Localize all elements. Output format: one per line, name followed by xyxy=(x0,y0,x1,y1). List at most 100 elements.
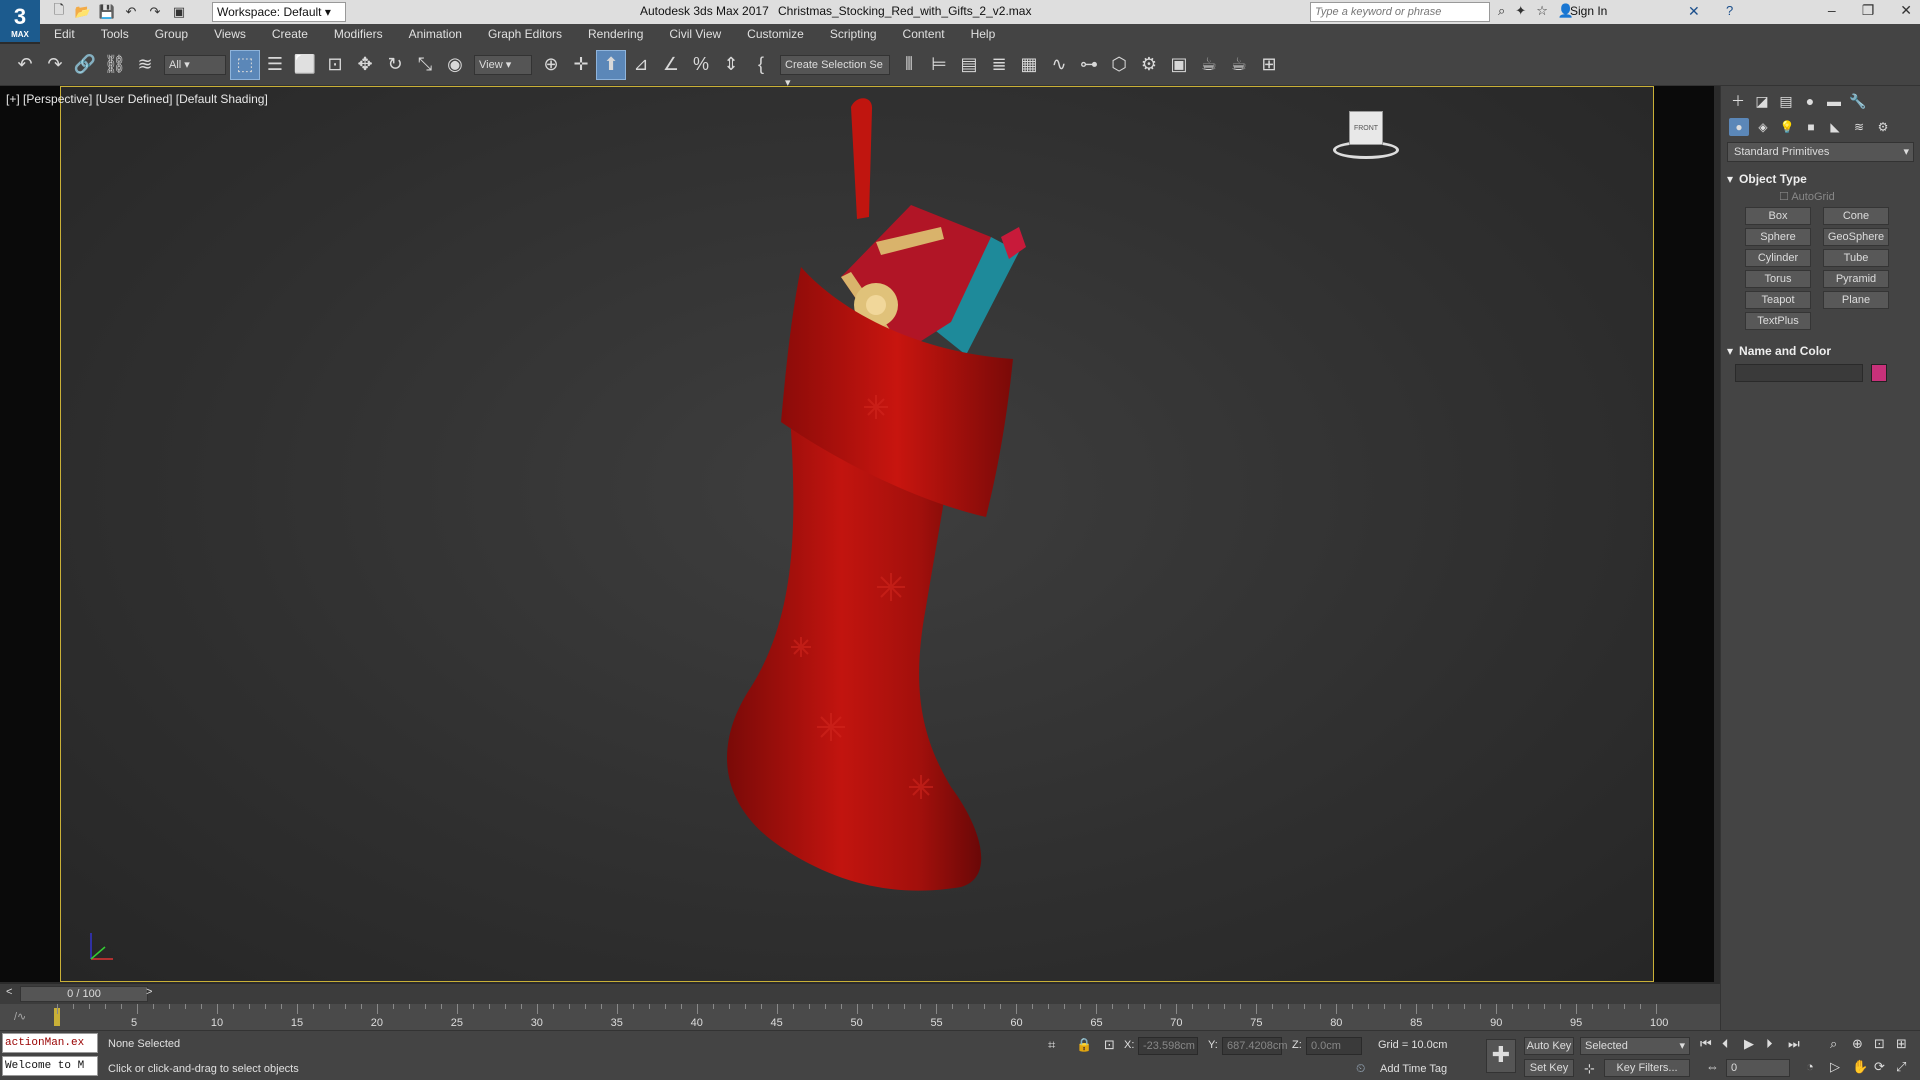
go-to-start-icon[interactable]: ⏮ xyxy=(1700,1036,1712,1052)
rectangular-selection-icon[interactable]: ⬜ xyxy=(290,50,320,80)
cylinder-button[interactable]: Cylinder xyxy=(1745,249,1811,267)
curve-editor-icon[interactable]: ∿ xyxy=(1044,50,1074,80)
x-coordinate-field[interactable]: -23.598cm xyxy=(1138,1037,1198,1055)
select-manipulate-icon[interactable]: ✛ xyxy=(566,50,596,80)
sign-in-link[interactable]: Sign In xyxy=(1570,4,1607,18)
binoculars-icon[interactable]: ⌕ xyxy=(1498,3,1505,19)
rendered-frame-window-icon[interactable]: ▣ xyxy=(1164,50,1194,80)
time-tag-icon[interactable]: ⏲ xyxy=(1356,1061,1365,1076)
new-file-icon[interactable]: 🗋 xyxy=(50,2,68,21)
menu-help[interactable]: Help xyxy=(971,27,996,41)
set-keys-icon[interactable]: ✚ xyxy=(1486,1039,1516,1073)
systems-icon[interactable]: ⚙ xyxy=(1873,118,1893,136)
select-by-name-icon[interactable]: ☰ xyxy=(260,50,290,80)
sphere-button[interactable]: Sphere xyxy=(1745,228,1811,246)
tube-button[interactable]: Tube xyxy=(1823,249,1889,267)
box-button[interactable]: Box xyxy=(1745,207,1811,225)
object-type-rollout[interactable]: ▾ Object Type xyxy=(1727,172,1914,186)
rotate-icon[interactable]: ↻ xyxy=(380,50,410,80)
redo-icon[interactable]: ↷ xyxy=(146,3,164,21)
named-selection-dropdown[interactable]: Create Selection Se ▾ xyxy=(780,54,890,89)
key-mode-toggle-icon[interactable]: ⇔ xyxy=(1706,1059,1719,1074)
bind-space-warp-icon[interactable]: ≋ xyxy=(130,50,160,80)
textplus-button[interactable]: TextPlus xyxy=(1745,312,1811,330)
minimize-icon[interactable]: – xyxy=(1828,2,1836,19)
menu-animation[interactable]: Animation xyxy=(409,27,462,41)
key-mode-dropdown[interactable]: Selected ▾ xyxy=(1580,1037,1690,1055)
play-icon[interactable]: ▶ xyxy=(1744,1036,1754,1052)
maxscript-line-2[interactable]: Welcome to M xyxy=(2,1056,98,1076)
menu-modifiers[interactable]: Modifiers xyxy=(334,27,383,41)
application-button[interactable]: 3 MAX xyxy=(0,0,40,42)
name-and-color-rollout[interactable]: ▾ Name and Color xyxy=(1727,344,1914,358)
window-crossing-icon[interactable]: ⊡ xyxy=(320,50,350,80)
y-coordinate-field[interactable]: 687.4208cm xyxy=(1222,1037,1288,1055)
angle-snap-icon[interactable]: ∠ xyxy=(656,50,686,80)
menu-create[interactable]: Create xyxy=(272,27,308,41)
autogrid-checkbox[interactable]: ☐ AutoGrid xyxy=(1779,190,1920,203)
menu-scripting[interactable]: Scripting xyxy=(830,27,877,41)
ribbon-toggle-icon[interactable]: ▦ xyxy=(1014,50,1044,80)
current-frame-field[interactable]: 0 xyxy=(1726,1059,1790,1077)
zoom-icon[interactable]: ⌕ xyxy=(1830,1036,1837,1052)
exchange-icon[interactable]: ✕ xyxy=(1688,3,1700,20)
scene-explorer-icon[interactable]: ▤ xyxy=(954,50,984,80)
viewcube-front-face[interactable]: FRONT xyxy=(1349,111,1383,145)
schematic-view-icon[interactable]: ⊶ xyxy=(1074,50,1104,80)
viewcube[interactable]: FRONT xyxy=(1329,107,1399,163)
pivot-center-icon[interactable]: ⊕ xyxy=(536,50,566,80)
render-production-icon[interactable]: ☕ xyxy=(1194,50,1224,80)
selection-filter-dropdown[interactable]: All ▾ xyxy=(164,54,226,75)
maximize-viewport-icon[interactable]: ⤢ xyxy=(1896,1059,1906,1075)
object-color-swatch[interactable] xyxy=(1871,364,1887,382)
menu-customize[interactable]: Customize xyxy=(747,27,804,41)
menu-views[interactable]: Views xyxy=(214,27,246,41)
menu-edit[interactable]: Edit xyxy=(54,27,75,41)
menu-tools[interactable]: Tools xyxy=(101,27,129,41)
go-to-end-icon[interactable]: ⏭ xyxy=(1788,1036,1800,1052)
spinner-snap-icon[interactable]: ⇕ xyxy=(716,50,746,80)
object-name-field[interactable] xyxy=(1735,364,1863,382)
lights-icon[interactable]: 💡 xyxy=(1777,118,1797,136)
open-file-icon[interactable]: 📂 xyxy=(74,3,92,21)
align-icon[interactable]: ⊨ xyxy=(924,50,954,80)
hierarchy-tab-icon[interactable]: ▤ xyxy=(1777,92,1795,110)
menu-rendering[interactable]: Rendering xyxy=(588,27,643,41)
save-icon[interactable]: 💾 xyxy=(98,3,116,21)
zoom-all-icon[interactable]: ⊕ xyxy=(1852,1036,1863,1052)
favorites-star-icon[interactable]: ☆ xyxy=(1536,3,1548,19)
torus-button[interactable]: Torus xyxy=(1745,270,1811,288)
move-icon[interactable]: ✥ xyxy=(350,50,380,80)
keyboard-shortcut-override-icon[interactable]: ⬆ xyxy=(596,49,626,80)
key-filter-icon[interactable]: ⊹ xyxy=(1584,1061,1595,1077)
communication-icon[interactable]: ✦ xyxy=(1515,3,1526,19)
set-key-button[interactable]: Set Key xyxy=(1524,1059,1574,1077)
space-warps-icon[interactable]: ≋ xyxy=(1849,118,1869,136)
search-input[interactable]: Type a keyword or phrase xyxy=(1310,2,1490,22)
perspective-viewport[interactable]: FRONT xyxy=(60,86,1654,982)
geosphere-button[interactable]: GeoSphere xyxy=(1823,228,1889,246)
create-tab-icon[interactable]: ＋ xyxy=(1729,92,1747,110)
helpers-icon[interactable]: ◣ xyxy=(1825,118,1845,136)
modify-tab-icon[interactable]: ◪ xyxy=(1753,92,1771,110)
selection-lock-icon[interactable]: 🔒 xyxy=(1076,1037,1092,1053)
field-of-view-icon[interactable]: ▷ xyxy=(1830,1059,1840,1075)
add-time-tag[interactable]: Add Time Tag xyxy=(1380,1063,1447,1075)
render-in-cloud-icon[interactable]: ⊞ xyxy=(1254,50,1284,80)
display-tab-icon[interactable]: ▬ xyxy=(1825,92,1843,110)
unlink-icon[interactable]: ⛓ xyxy=(100,50,130,80)
maxscript-line-1[interactable]: actionMan.ex xyxy=(2,1033,98,1053)
project-folder-icon[interactable]: ▣ xyxy=(170,3,188,21)
menu-group[interactable]: Group xyxy=(155,27,188,41)
menu-content[interactable]: Content xyxy=(903,27,945,41)
cone-button[interactable]: Cone xyxy=(1823,207,1889,225)
render-setup-icon[interactable]: ⚙ xyxy=(1134,50,1164,80)
orbit-icon[interactable]: ⟳ xyxy=(1874,1059,1885,1075)
track-bar[interactable]: /∿ 5 10 15 20 25 30 35 40 45 50 55 60 65 70 75 80 85 90 95… xyxy=(0,1004,1720,1030)
utilities-tab-icon[interactable]: 🔧 xyxy=(1849,92,1867,110)
edit-named-selection-icon[interactable]: { xyxy=(746,50,776,80)
material-editor-icon[interactable]: ⬡ xyxy=(1104,50,1134,80)
maxscript-listener[interactable]: actionMan.ex Welcome to M xyxy=(2,1033,98,1077)
curve-editor-mini-icon[interactable]: /∿ xyxy=(14,1010,26,1023)
restore-icon[interactable]: ❐ xyxy=(1862,2,1875,19)
